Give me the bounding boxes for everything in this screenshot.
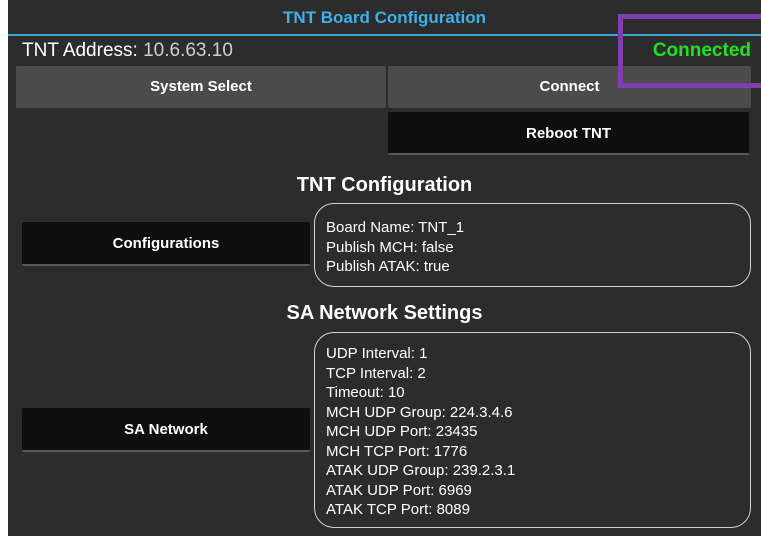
atak-tcp-port-line: ATAK TCP Port: 8089 bbox=[326, 501, 470, 518]
atak-udp-group-line: ATAK UDP Group: 239.2.3.1 bbox=[326, 462, 516, 479]
sa-network-settings-box: UDP Interval: 1 TCP Interval: 2 Timeout:… bbox=[314, 332, 751, 528]
mch-udp-group-line: MCH UDP Group: 224.3.4.6 bbox=[326, 403, 513, 421]
sa-network-button[interactable]: SA Network bbox=[22, 408, 310, 452]
address-value: 10.6.63.10 bbox=[143, 40, 233, 61]
timeout-line: Timeout: 10 bbox=[326, 384, 405, 401]
publish-mch-line: Publish MCH: false bbox=[326, 238, 454, 256]
tnt-configuration-heading: TNT Configuration bbox=[296, 174, 473, 196]
tcp-interval-line: TCP Interval: 2 bbox=[326, 364, 426, 382]
system-select-button[interactable]: System Select bbox=[16, 66, 386, 108]
publish-atak-line: Publish ATAK: true bbox=[326, 258, 450, 275]
highlight-bracket bbox=[618, 14, 761, 88]
mch-tcp-port-line: MCH TCP Port: 1776 bbox=[326, 442, 468, 460]
udp-interval-line: UDP Interval: 1 bbox=[326, 345, 428, 362]
atak-udp-port-line: ATAK UDP Port: 6969 bbox=[326, 481, 472, 499]
sa-network-settings-heading: SA Network Settings bbox=[286, 302, 483, 324]
tnt-address: TNT Address: 10.6.63.10 bbox=[22, 38, 233, 64]
address-label: TNT Address: bbox=[22, 40, 138, 61]
reboot-tnt-button[interactable]: Reboot TNT bbox=[388, 112, 749, 155]
board-name-line: Board Name: TNT_1 bbox=[326, 219, 465, 236]
tnt-configuration-box: Board Name: TNT_1 Publish MCH: false Pub… bbox=[314, 203, 751, 287]
mch-udp-port-line: MCH UDP Port: 23435 bbox=[326, 423, 478, 440]
configurations-button[interactable]: Configurations bbox=[22, 222, 310, 266]
